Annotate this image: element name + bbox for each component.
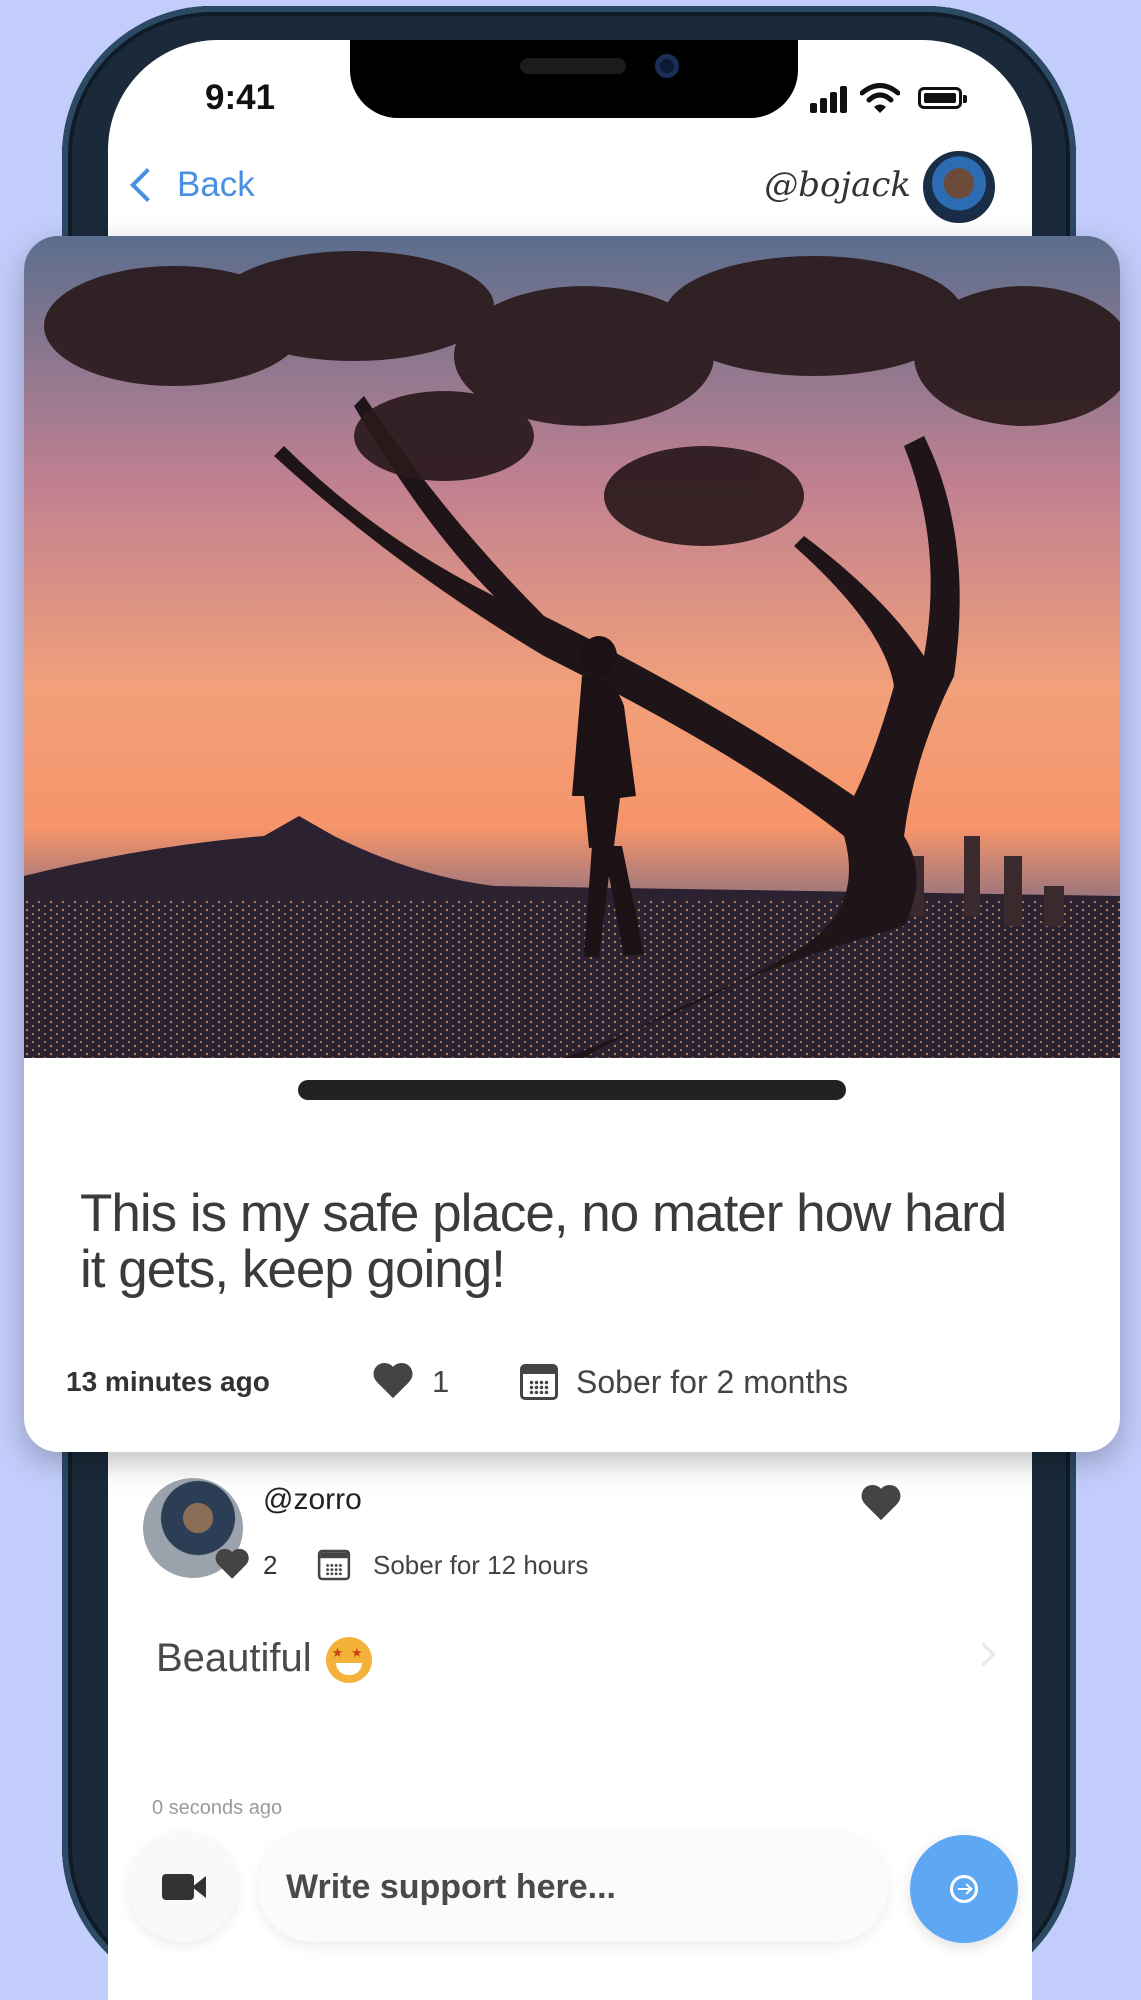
back-label: Back bbox=[177, 165, 255, 204]
calendar-icon bbox=[317, 1549, 351, 1581]
heart-icon bbox=[216, 1550, 250, 1581]
heart-icon[interactable] bbox=[374, 1364, 414, 1400]
comment-meta: 2 Sober for 12 hours bbox=[213, 1545, 588, 1585]
comment-username[interactable]: @zorro bbox=[263, 1483, 362, 1517]
speaker bbox=[520, 58, 626, 74]
current-user-avatar[interactable] bbox=[920, 148, 998, 226]
post-photo bbox=[24, 236, 1120, 1058]
back-chevron-icon bbox=[130, 168, 164, 202]
post-like-count: 1 bbox=[432, 1364, 450, 1399]
notch bbox=[350, 40, 798, 118]
status-time: 9:41 bbox=[205, 78, 276, 117]
starstruck-emoji-icon bbox=[325, 1637, 372, 1684]
send-icon bbox=[950, 1875, 978, 1903]
comment-sober-status: Sober for 12 hours bbox=[373, 1549, 589, 1580]
post-text: This is my safe place, no mater how hard… bbox=[80, 1184, 1007, 1299]
post-meta: 13 minutes ago 1 Sober for 2 months bbox=[66, 1358, 1100, 1406]
battery-icon bbox=[918, 87, 967, 109]
post-card: This is my safe place, no mater how hard… bbox=[24, 236, 1120, 1452]
comment-heart-icon[interactable] bbox=[862, 1486, 902, 1522]
wifi-icon bbox=[860, 83, 900, 113]
drag-handle[interactable] bbox=[298, 1080, 846, 1100]
support-input[interactable] bbox=[258, 1832, 888, 1942]
status-icons bbox=[810, 83, 980, 113]
video-camera-icon bbox=[162, 1874, 206, 1900]
comment-like-count: 2 bbox=[263, 1549, 278, 1580]
video-button[interactable] bbox=[128, 1832, 238, 1942]
back-button[interactable]: Back bbox=[130, 160, 255, 210]
front-camera bbox=[655, 54, 679, 78]
comment-text: Beautiful bbox=[156, 1636, 372, 1684]
calendar-icon bbox=[520, 1364, 558, 1400]
post-sober-status: Sober for 2 months bbox=[576, 1363, 849, 1400]
send-button[interactable] bbox=[910, 1835, 1018, 1943]
current-user-handle[interactable]: @bojack bbox=[764, 165, 911, 205]
post-time: 13 minutes ago bbox=[66, 1366, 270, 1397]
comment-text-label: Beautiful bbox=[156, 1636, 312, 1680]
